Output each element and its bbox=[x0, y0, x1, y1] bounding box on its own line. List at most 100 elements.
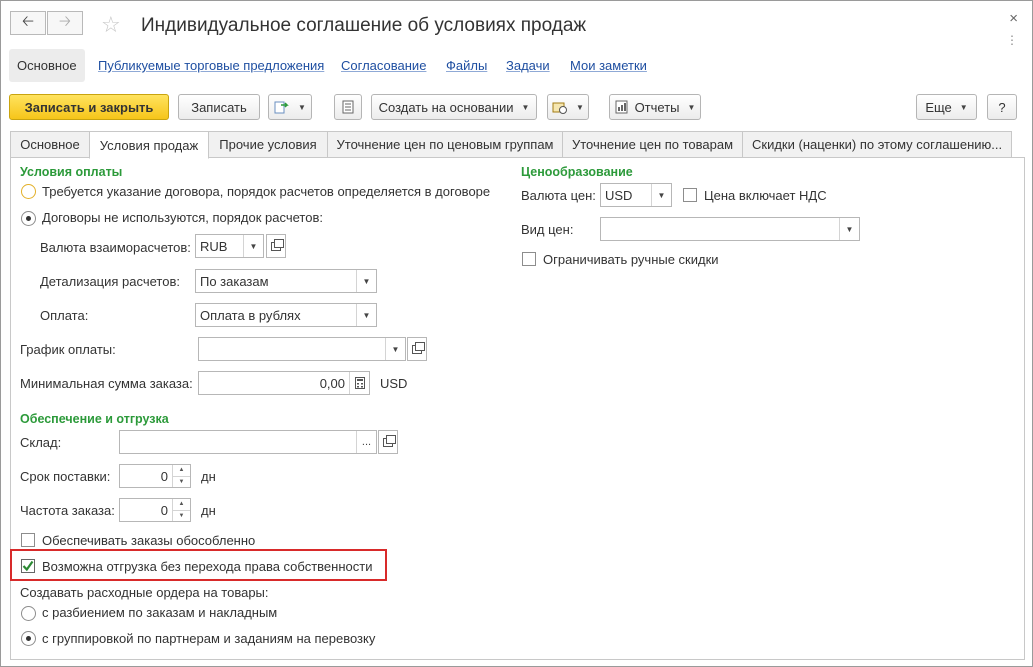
tab-discounts[interactable]: Скидки (наценки) по этому соглашению... bbox=[742, 131, 1012, 158]
more-icon[interactable]: ⋮ bbox=[1006, 34, 1018, 46]
detail-field[interactable]: По заказам ▼ bbox=[195, 269, 377, 293]
chevron-down-icon[interactable]: ▼ bbox=[651, 184, 671, 206]
chevron-down-icon: ▼ bbox=[298, 102, 306, 112]
report-icon bbox=[615, 100, 628, 114]
frequency-unit: дн bbox=[201, 503, 216, 518]
arrow-right-icon: 🡢 bbox=[58, 12, 72, 30]
nav-offers[interactable]: Публикуемые торговые предложения bbox=[90, 49, 332, 82]
shipping-section-header: Обеспечение и отгрузка bbox=[20, 412, 169, 426]
create-based-button[interactable]: Создать на основании ▼ bbox=[371, 94, 537, 120]
nav-files[interactable]: Файлы bbox=[438, 49, 495, 82]
chevron-down-icon: ▼ bbox=[521, 102, 530, 112]
ownership-checkbox[interactable] bbox=[21, 559, 35, 573]
warehouse-open-button[interactable] bbox=[378, 430, 398, 454]
spin-down-icon[interactable]: ▼ bbox=[173, 511, 190, 522]
lead-time-field[interactable]: 0 ▲ ▼ bbox=[119, 464, 191, 488]
detail-label: Детализация расчетов: bbox=[40, 274, 180, 289]
spin-up-icon[interactable]: ▲ bbox=[173, 499, 190, 511]
help-button[interactable]: ? bbox=[987, 94, 1017, 120]
chevron-down-icon[interactable]: ▼ bbox=[243, 235, 263, 257]
radio-orders-group[interactable] bbox=[21, 631, 36, 646]
checkmark-icon bbox=[22, 560, 34, 572]
radio-contract[interactable] bbox=[21, 184, 36, 199]
open-icon bbox=[383, 434, 396, 447]
min-sum-field[interactable]: 0,00 bbox=[198, 371, 370, 395]
lead-time-value: 0 bbox=[160, 468, 168, 484]
more-label: Еще bbox=[925, 99, 952, 115]
lead-time-label: Срок поставки: bbox=[20, 469, 111, 484]
price-type-label: Вид цен: bbox=[521, 222, 574, 237]
open-icon bbox=[271, 238, 284, 251]
chevron-down-icon[interactable]: ▼ bbox=[356, 270, 376, 292]
warehouse-label: Склад: bbox=[20, 435, 62, 450]
radio-no-contract[interactable] bbox=[21, 211, 36, 226]
ellipsis-icon[interactable]: ... bbox=[356, 431, 376, 453]
star-icon[interactable]: ☆ bbox=[101, 12, 121, 38]
lead-time-unit: дн bbox=[201, 469, 216, 484]
reports-button[interactable]: Отчеты ▼ bbox=[609, 94, 701, 120]
more-button[interactable]: Еще ▼ bbox=[916, 94, 977, 120]
separate-orders-checkbox[interactable] bbox=[21, 533, 35, 547]
tab-price-groups[interactable]: Уточнение цен по ценовым группам bbox=[327, 131, 563, 158]
radio-no-contract-label: Договоры не используются, порядок расчет… bbox=[42, 210, 323, 225]
nav-notes[interactable]: Мои заметки bbox=[562, 49, 655, 82]
min-sum-currency: USD bbox=[380, 376, 408, 391]
limit-discounts-checkbox[interactable] bbox=[522, 252, 536, 266]
list-button[interactable] bbox=[334, 94, 362, 120]
save-close-button[interactable]: Записать и закрыть bbox=[9, 94, 169, 120]
documents-arrow-icon bbox=[274, 101, 289, 114]
nav-main-label: Основное bbox=[17, 58, 77, 73]
save-label: Записать bbox=[191, 99, 247, 115]
print-button[interactable]: ▼ bbox=[547, 94, 589, 120]
limit-discounts-label: Ограничивать ручные скидки bbox=[543, 252, 719, 267]
spinner[interactable]: ▲ ▼ bbox=[172, 465, 190, 487]
payment-type-value: Оплата в рублях bbox=[200, 307, 301, 323]
tab-main[interactable]: Основное bbox=[10, 131, 90, 158]
save-button[interactable]: Записать bbox=[178, 94, 260, 120]
schedule-field[interactable]: ▼ bbox=[198, 337, 406, 361]
nav-tasks-label: Задачи bbox=[506, 58, 550, 73]
tab-other-terms[interactable]: Прочие условия bbox=[208, 131, 328, 158]
price-currency-label: Валюта цен: bbox=[521, 188, 596, 203]
schedule-open-button[interactable] bbox=[407, 337, 427, 361]
spin-down-icon[interactable]: ▼ bbox=[173, 477, 190, 488]
price-type-field[interactable]: ▼ bbox=[600, 217, 860, 241]
ownership-label: Возможна отгрузка без перехода права соб… bbox=[42, 559, 373, 574]
payment-type-field[interactable]: Оплата в рублях ▼ bbox=[195, 303, 377, 327]
nav-main[interactable]: Основное bbox=[9, 49, 85, 82]
spin-up-icon[interactable]: ▲ bbox=[173, 465, 190, 477]
separate-orders-label: Обеспечивать заказы обособленно bbox=[42, 533, 256, 548]
tab-sales-terms-label: Условия продаж bbox=[99, 137, 199, 153]
min-sum-label: Минимальная сумма заказа: bbox=[20, 376, 193, 391]
tab-sales-terms[interactable]: Условия продаж bbox=[89, 131, 209, 159]
chevron-down-icon[interactable]: ▼ bbox=[385, 338, 405, 360]
frequency-field[interactable]: 0 ▲ ▼ bbox=[119, 498, 191, 522]
chevron-down-icon[interactable]: ▼ bbox=[356, 304, 376, 326]
spinner[interactable]: ▲ ▼ bbox=[172, 499, 190, 521]
nav-tasks[interactable]: Задачи bbox=[498, 49, 558, 82]
currency-field[interactable]: RUB ▼ bbox=[195, 234, 264, 258]
tab-price-products[interactable]: Уточнение цен по товарам bbox=[562, 131, 743, 158]
forward-button[interactable]: 🡢 bbox=[47, 11, 83, 35]
price-currency-value: USD bbox=[605, 187, 633, 203]
nav-offers-label: Публикуемые торговые предложения bbox=[98, 58, 325, 73]
radio-orders-split[interactable] bbox=[21, 606, 36, 621]
nav-files-label: Файлы bbox=[446, 58, 488, 73]
calculator-icon[interactable] bbox=[349, 372, 369, 394]
vat-label: Цена включает НДС bbox=[704, 188, 827, 203]
warehouse-field[interactable]: ... bbox=[119, 430, 377, 454]
detail-value: По заказам bbox=[200, 273, 269, 289]
chevron-down-icon[interactable]: ▼ bbox=[839, 218, 859, 240]
vat-checkbox[interactable] bbox=[683, 188, 697, 202]
currency-label: Валюта взаиморасчетов: bbox=[40, 240, 191, 255]
nav-approval[interactable]: Согласование bbox=[333, 49, 434, 82]
price-currency-field[interactable]: USD ▼ bbox=[600, 183, 672, 207]
printer-clock-icon bbox=[552, 102, 568, 114]
currency-value: RUB bbox=[200, 238, 228, 254]
related-documents-button[interactable]: ▼ bbox=[268, 94, 312, 120]
save-close-label: Записать и закрыть bbox=[24, 99, 154, 115]
currency-open-button[interactable] bbox=[266, 234, 286, 258]
back-button[interactable]: 🡠 bbox=[10, 11, 46, 35]
close-icon[interactable]: × bbox=[1009, 10, 1018, 27]
payment-type-label: Оплата: bbox=[40, 308, 89, 323]
